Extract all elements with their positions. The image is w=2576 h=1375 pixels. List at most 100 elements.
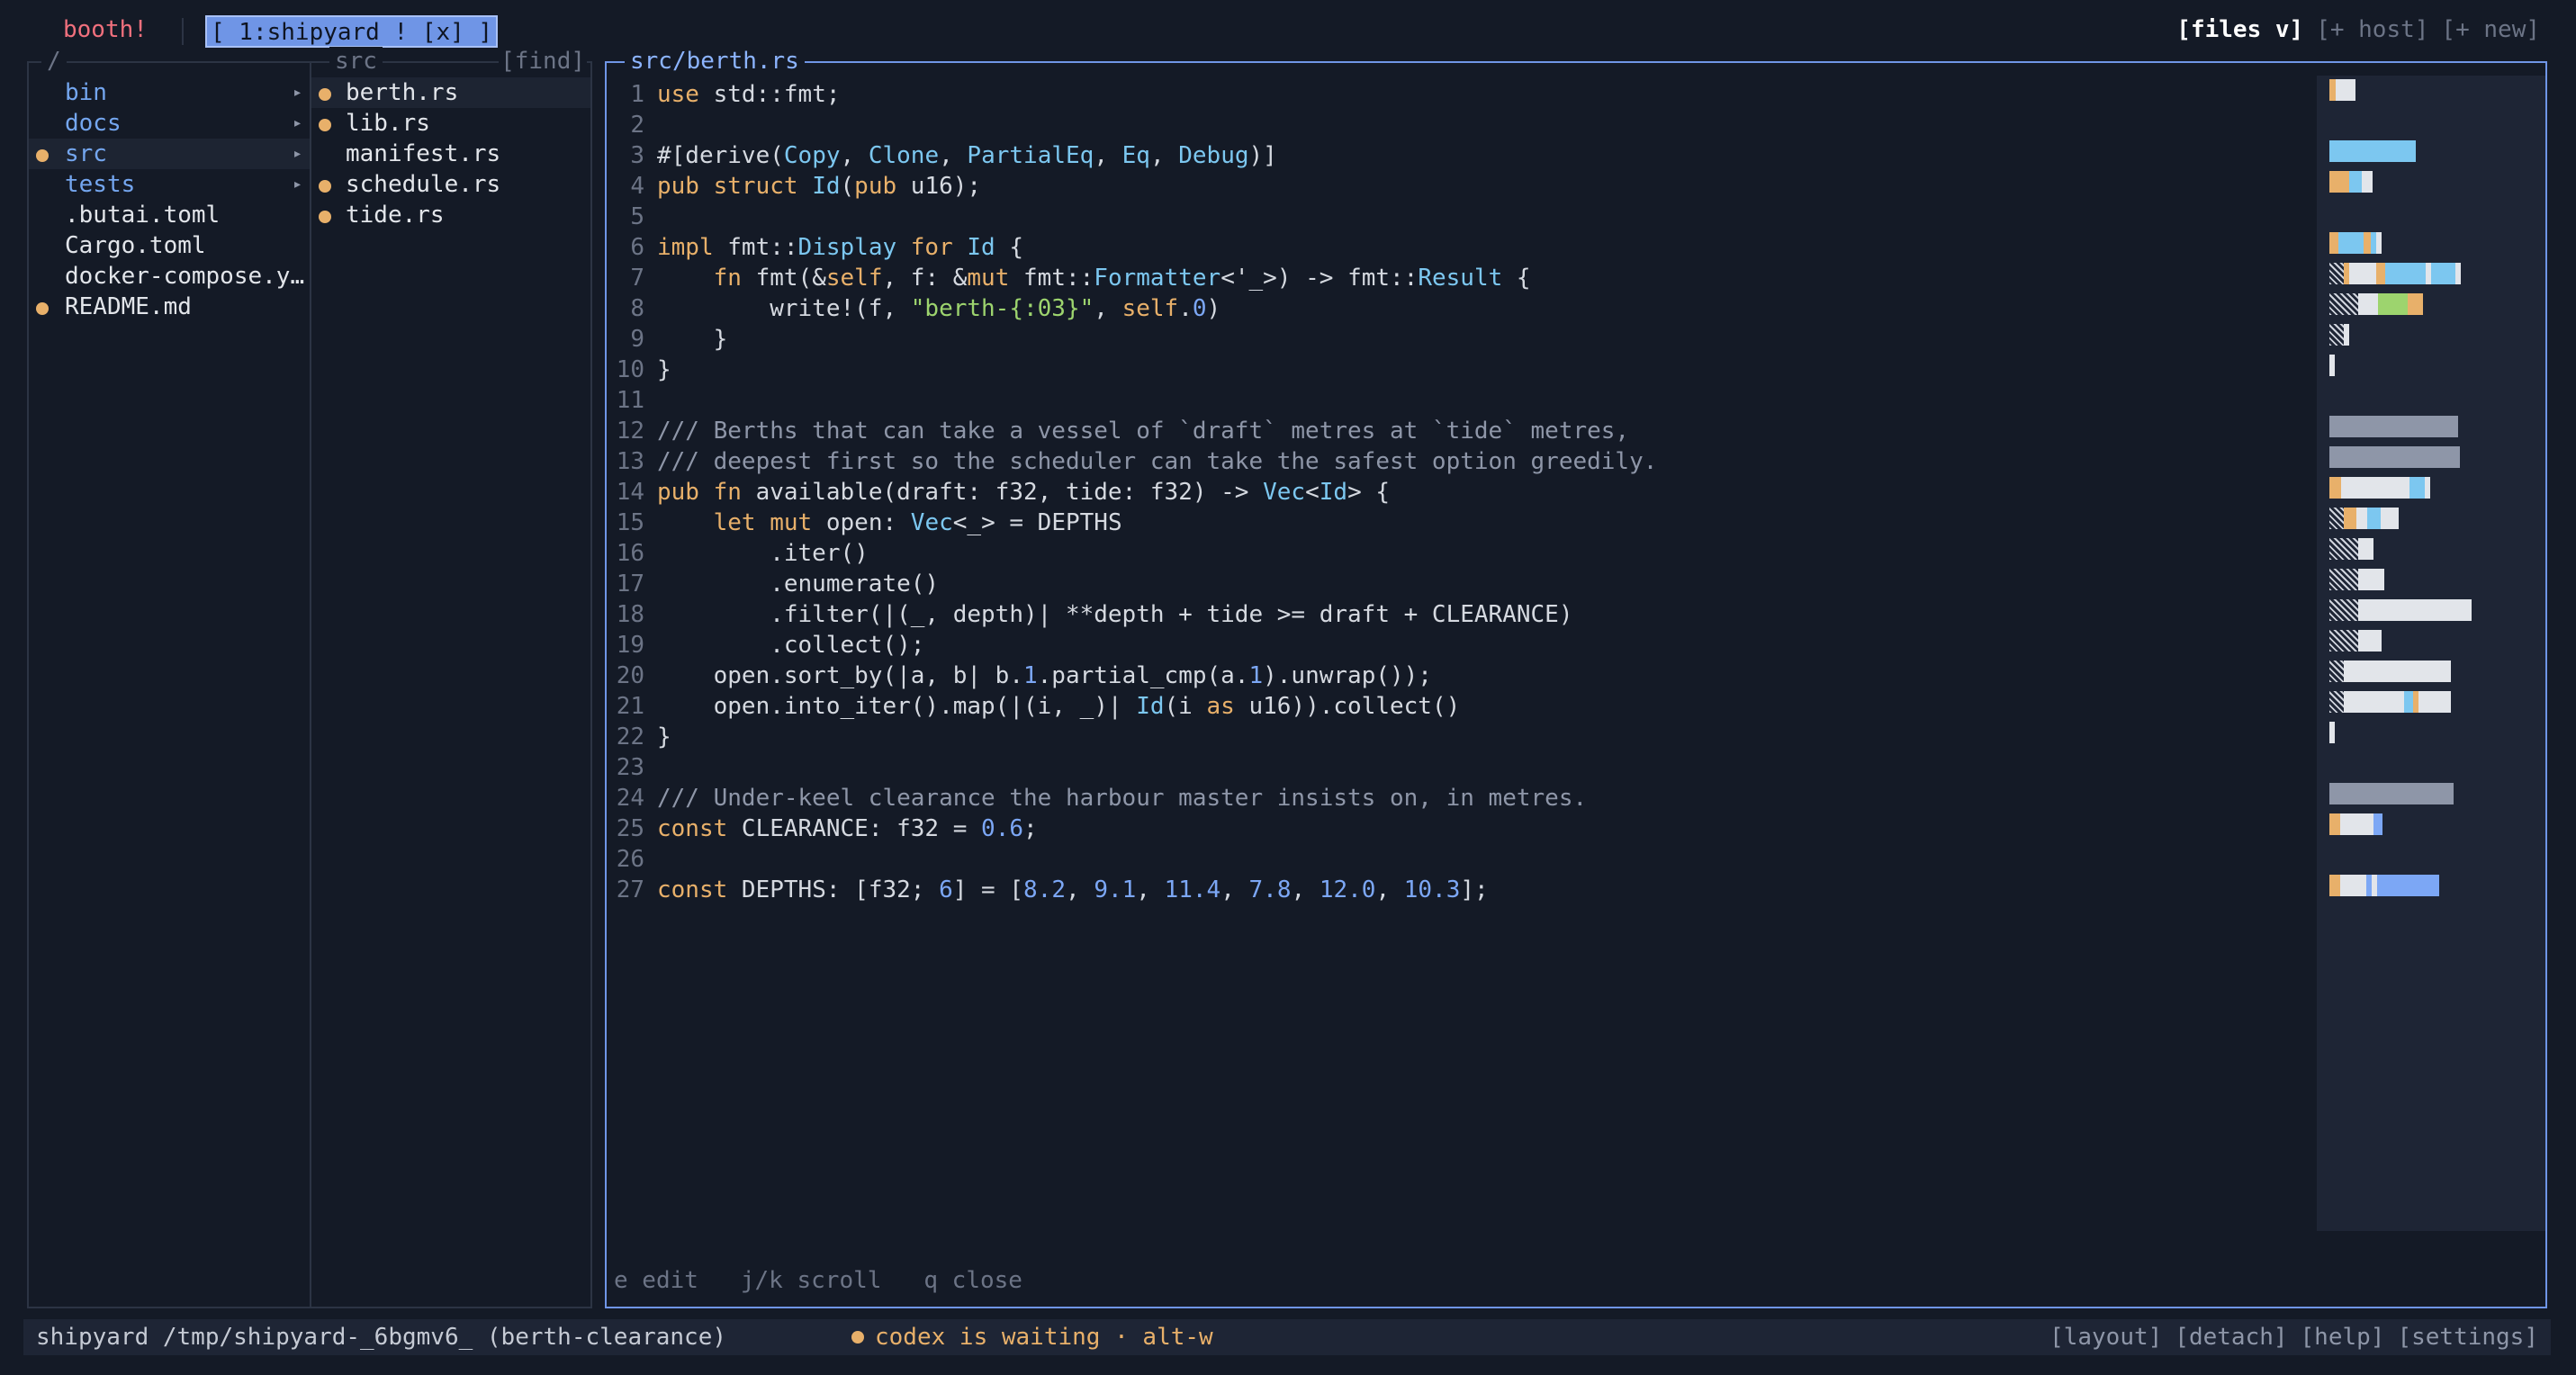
code-text: open.sort_by(|a, b| b.1.partial_cmp(a.1)…: [657, 662, 1432, 689]
code-line[interactable]: 21 open.into_iter().map(|(i, _)| Id(i as…: [607, 691, 1657, 722]
minimap-line: [2329, 569, 2384, 590]
line-number: 14: [616, 479, 644, 506]
line-number: 18: [616, 601, 644, 628]
code-line[interactable]: 9 }: [607, 324, 1657, 355]
code-line[interactable]: 14 pub fn available(draft: f32, tide: f32…: [607, 477, 1657, 508]
minimap[interactable]: [2317, 76, 2545, 1231]
minimap-line: [2329, 324, 2349, 346]
tree-item--butai-toml[interactable]: .butai.toml: [29, 200, 310, 230]
code-line[interactable]: 13 /// deepest first so the scheduler can…: [607, 446, 1658, 477]
files-menu-button[interactable]: [files v]: [2176, 16, 2303, 43]
tree-item-cargo-toml[interactable]: Cargo.toml: [29, 230, 310, 261]
modified-dot-icon: [36, 302, 49, 315]
status-action-help-button[interactable]: [help]: [2301, 1319, 2385, 1355]
code-line[interactable]: 27 const DEPTHS: [f32; 6] = [8.2, 9.1, 11…: [607, 875, 1657, 905]
tree-item-docs[interactable]: docs ▸: [29, 108, 310, 139]
src-item-manifest-rs[interactable]: manifest.rs: [311, 139, 590, 169]
tree-item-tests[interactable]: tests ▸: [29, 169, 310, 200]
code-area[interactable]: 1 use std::fmt; 2 3 #[derive(Copy, Clone, Pa…: [607, 79, 1658, 905]
code-line[interactable]: 7 fn fmt(&self, f: &mut fmt::Formatter<'…: [607, 263, 1657, 293]
minimap-line: [2329, 538, 2373, 560]
src-item-berth-rs[interactable]: berth.rs: [311, 77, 590, 108]
add-new-button[interactable]: [+ new]: [2441, 16, 2540, 43]
minimap-line: [2329, 508, 2400, 529]
src-item-lib-rs[interactable]: lib.rs: [311, 108, 590, 139]
code-line[interactable]: 20 open.sort_by(|a, b| b.1.partial_cmp(a…: [607, 661, 1657, 691]
code-line[interactable]: 12 /// Berths that can take a vessel of `…: [607, 416, 1657, 446]
tree-item-bin[interactable]: bin ▸: [29, 77, 310, 108]
code-line[interactable]: 10}: [607, 355, 1657, 385]
line-number: 16: [616, 540, 644, 567]
status-action-settings-button[interactable]: [settings]: [2397, 1319, 2538, 1355]
top-bar-divider: [182, 18, 184, 45]
line-number: 24: [616, 785, 644, 812]
code-line[interactable]: 1 use std::fmt;: [607, 79, 1657, 110]
session-info: shipyard /tmp/shipyard-_6bgmv6_ (berth-c…: [36, 1324, 727, 1351]
find-button[interactable]: [find]: [499, 47, 587, 76]
code-line[interactable]: 17 .enumerate(): [607, 569, 1657, 599]
code-line[interactable]: 6 impl fmt::Display for Id {: [607, 232, 1657, 263]
code-text: .filter(|(_, depth)| **depth + tide >= d…: [657, 601, 1573, 628]
code-line[interactable]: 18 .filter(|(_, depth)| **depth + tide >…: [607, 599, 1657, 630]
minimap-line: [2329, 416, 2458, 437]
src-tree-panel: src [find] berth.rs lib.rs manifest.rs sche…: [310, 47, 592, 1308]
tree-item-readme-md[interactable]: README.md: [29, 292, 310, 322]
modified-dot-icon: [319, 211, 331, 223]
code-line[interactable]: 4 pub struct Id(pub u16);: [607, 171, 1657, 202]
code-line[interactable]: 11: [607, 385, 1657, 416]
tree-item-label: Cargo.toml: [65, 232, 206, 259]
code-text: pub struct Id(pub u16);: [657, 173, 982, 200]
src-item-label: tide.rs: [346, 202, 445, 229]
line-number: 27: [616, 876, 644, 903]
code-line[interactable]: 19 .collect();: [607, 630, 1657, 661]
file-viewer[interactable]: src/berth.rs 1 use std::fmt; 2 3 #[derive(Co…: [605, 47, 2547, 1308]
minimap-line: [2329, 599, 2472, 621]
line-number: 19: [616, 632, 644, 659]
minimap-line: [2329, 783, 2454, 804]
tab-shipyard[interactable]: [ 1:shipyard ! [x] ]: [205, 15, 499, 48]
code-line[interactable]: 23: [607, 752, 1657, 783]
line-number: 25: [616, 815, 644, 842]
code-text: /// Berths that can take a vessel of `dr…: [657, 418, 1630, 445]
code-line[interactable]: 25 const CLEARANCE: f32 = 0.6;: [607, 813, 1657, 844]
line-number: 7: [630, 265, 644, 292]
modified-dot-icon: [319, 119, 331, 131]
line-number: 23: [616, 754, 644, 781]
top-bar: booth! [ 1:shipyard ! [x] ] [files v] [+…: [0, 0, 2576, 59]
line-number: 22: [616, 723, 644, 750]
src-tree-list: berth.rs lib.rs manifest.rs schedule.rs tide…: [311, 77, 590, 230]
code-line[interactable]: 8 write!(f, "berth-{:03}", self.0): [607, 293, 1657, 324]
src-item-label: manifest.rs: [346, 140, 501, 167]
src-item-tide-rs[interactable]: tide.rs: [311, 200, 590, 230]
add-host-button[interactable]: [+ host]: [2316, 16, 2428, 43]
code-line[interactable]: 2: [607, 110, 1657, 140]
code-text: open.into_iter().map(|(i, _)| Id(i as u1…: [657, 693, 1461, 720]
tree-item-src[interactable]: src ▸: [29, 139, 310, 169]
minimap-line: [2329, 661, 2451, 682]
line-number: 13: [616, 448, 644, 475]
code-text: /// Under-keel clearance the harbour mas…: [657, 785, 1588, 812]
code-line[interactable]: 3 #[derive(Copy, Clone, PartialEq, Eq, De…: [607, 140, 1657, 171]
src-item-schedule-rs[interactable]: schedule.rs: [311, 169, 590, 200]
code-line[interactable]: 22}: [607, 722, 1657, 752]
root-tree-list: bin ▸ docs ▸ src ▸ tests ▸ .butai.toml Cargo.toml…: [29, 77, 310, 322]
line-number: 21: [616, 693, 644, 720]
status-action-detach-button[interactable]: [detach]: [2175, 1319, 2287, 1355]
code-line[interactable]: 5: [607, 202, 1657, 232]
minimap-line: [2329, 722, 2335, 743]
app-brand: booth!: [63, 16, 148, 43]
code-line[interactable]: 24 /// Under-keel clearance the harbour m…: [607, 783, 1657, 813]
agent-notice[interactable]: codex is waiting · alt-w: [851, 1319, 1213, 1355]
modified-dot-icon: [319, 180, 331, 193]
modified-dot-icon: [36, 149, 49, 162]
minimap-line: [2329, 477, 2430, 499]
expand-arrow-icon: ▸: [293, 113, 302, 132]
line-number: 3: [630, 142, 644, 169]
code-line[interactable]: 26: [607, 844, 1657, 875]
line-number: 6: [630, 234, 644, 261]
tree-item-docker-compose-y-[interactable]: docker-compose.y…: [29, 261, 310, 292]
minimap-line: [2329, 355, 2335, 376]
code-line[interactable]: 16 .iter(): [607, 538, 1657, 569]
status-action-layout-button[interactable]: [layout]: [2049, 1319, 2162, 1355]
code-line[interactable]: 15 let mut open: Vec<_> = DEPTHS: [607, 508, 1657, 538]
